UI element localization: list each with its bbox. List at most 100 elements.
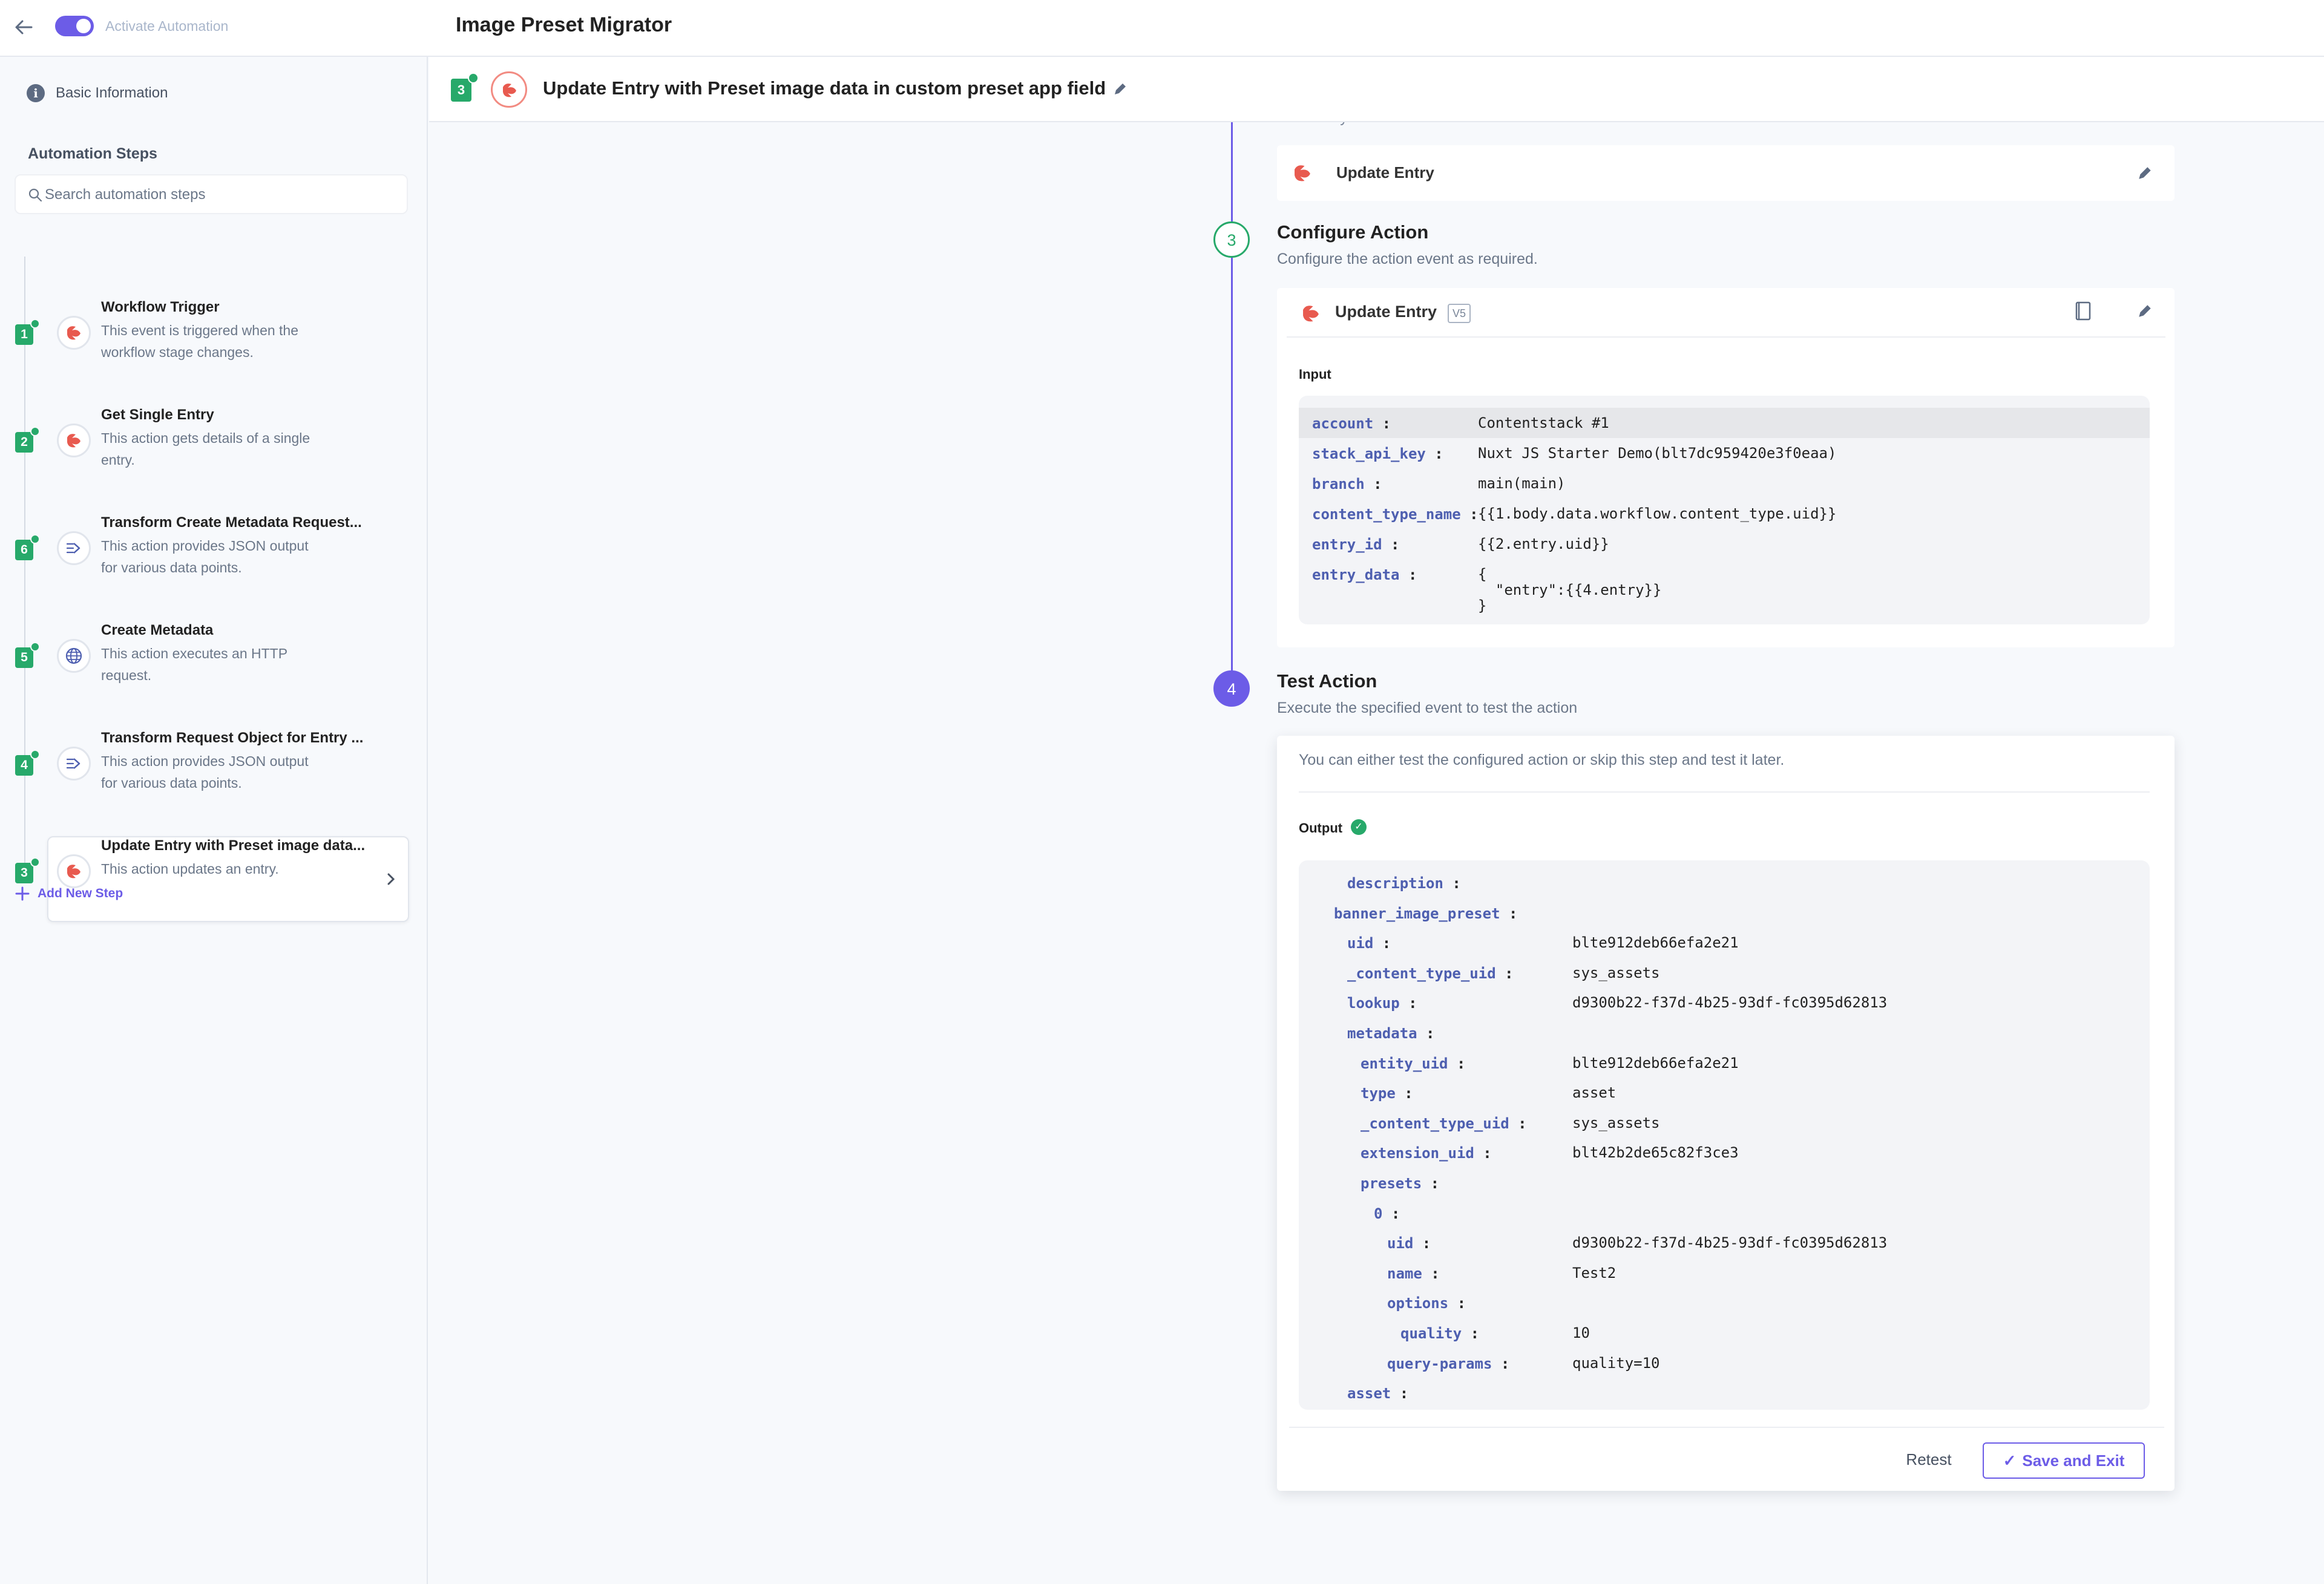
completed-check-icon	[30, 427, 40, 436]
kv-colon: :	[1399, 566, 1417, 583]
completed-check-icon	[30, 319, 40, 329]
transform-icon	[57, 747, 91, 781]
save-and-exit-button[interactable]: ✓ Save and Exit	[1983, 1442, 2145, 1479]
kv-key: type	[1361, 1085, 1396, 1102]
kv-colon: :	[1399, 995, 1417, 1012]
kv-row: options :	[1299, 1288, 2150, 1318]
step-number-badge: 1	[15, 324, 33, 345]
step-search	[15, 174, 408, 214]
divider	[1299, 791, 2150, 793]
kv-key-wrap: branch :	[1312, 476, 1382, 493]
kv-colon: :	[1460, 506, 1479, 523]
kv-row: uid : blte912deb66efa2e21	[1299, 928, 2150, 958]
step-title: Workflow Trigger	[101, 299, 220, 315]
back-arrow-icon[interactable]	[11, 15, 36, 40]
activate-automation-toggle[interactable]	[55, 16, 94, 36]
search-input[interactable]	[45, 182, 396, 208]
edit-icon[interactable]	[2136, 303, 2153, 319]
step-item[interactable]: 1 Workflow Trigger This event is triggered…	[0, 299, 428, 390]
step-description: This action gets details of a single ent…	[101, 430, 310, 468]
divider	[1289, 1427, 2164, 1428]
kv-value: Contentstack #1	[1478, 414, 1609, 431]
retest-button[interactable]: Retest	[1883, 1442, 1974, 1476]
step-number-badge: 5	[15, 647, 33, 668]
step-item[interactable]: 2 Get Single Entry This action gets detail…	[0, 407, 428, 497]
kv-value: {{1.body.data.workflow.content_type.uid}…	[1478, 505, 1837, 522]
kv-colon: :	[1500, 905, 1518, 922]
step-number-badge: 2	[15, 432, 33, 453]
action-event-label: Update Entry	[1336, 163, 1434, 182]
automation-steps-heading: Automation Steps	[28, 145, 157, 162]
kv-colon: :	[1509, 1114, 1527, 1132]
kv-row: name : Test2	[1299, 1258, 2150, 1288]
kv-key: banner_image_preset	[1334, 905, 1500, 922]
action-event-card[interactable]: Update Entry	[1277, 145, 2175, 201]
step-3-indicator: 3	[1213, 221, 1250, 258]
kv-key-wrap: type :	[1361, 1085, 1413, 1102]
kv-row: 0 :	[1299, 1198, 2150, 1228]
edit-icon[interactable]	[2136, 165, 2153, 182]
kv-key: extension_uid	[1361, 1145, 1474, 1162]
step-title: Transform Create Metadata Request...	[101, 514, 362, 531]
kv-key: account	[1312, 415, 1374, 432]
kv-row: description :	[1299, 868, 2150, 898]
kv-colon: :	[1391, 1385, 1409, 1402]
contentstack-icon	[1295, 165, 1310, 182]
input-values: account : Contentstack #1 stack_api_key : N…	[1299, 396, 2150, 624]
step-number-badge: 3	[15, 863, 33, 883]
transform-icon	[57, 531, 91, 565]
edit-title-icon[interactable]	[1112, 81, 1128, 97]
step-item[interactable]: 5 Create Metadata This action executes an …	[0, 622, 428, 713]
kv-row: _content_type_uid : sys_assets	[1299, 1108, 2150, 1138]
kv-key-wrap: options :	[1387, 1295, 1466, 1312]
output-values: description : banner_image_preset : uid :b…	[1299, 860, 2150, 1410]
success-check-icon: ✓	[1351, 819, 1367, 835]
kv-value: {{2.entry.uid}}	[1478, 535, 1609, 552]
kv-key: stack_api_key	[1312, 445, 1426, 462]
kv-colon: :	[1462, 1325, 1480, 1342]
kv-value: Test2	[1572, 1264, 1617, 1281]
config-card-header: Update Entry V5	[1287, 288, 2165, 338]
kv-colon: :	[1448, 1055, 1466, 1072]
kv-key: asset	[1347, 1385, 1391, 1402]
save-and-exit-label: Save and Exit	[2022, 1451, 2125, 1470]
test-action-subtitle: Execute the specified event to test the …	[1277, 699, 1578, 716]
step-item[interactable]: 3 Update Entry with Preset image data... T…	[0, 836, 428, 928]
kv-key-wrap: content_type_name :	[1312, 506, 1479, 523]
step-header: 3 Update Entry with Preset image data in…	[429, 57, 2324, 122]
kv-value: { "entry":{{4.entry}} }	[1478, 566, 1662, 614]
kv-key-wrap: _content_type_uid :	[1347, 965, 1514, 982]
kv-value: sys_assets	[1572, 964, 1660, 981]
config-card-title: Update Entry	[1335, 303, 1437, 321]
kv-key-wrap: _content_type_uid :	[1361, 1115, 1527, 1132]
contentstack-icon	[491, 71, 527, 108]
basic-information-link[interactable]: i Basic Information	[27, 81, 168, 105]
kv-colon: :	[1413, 1235, 1431, 1252]
test-action-title: Test Action	[1277, 670, 1377, 692]
step-description: This event is triggered when the workflo…	[101, 322, 299, 360]
kv-row: query-params : quality=10	[1299, 1348, 2150, 1378]
activate-automation-label: Activate Automation	[105, 18, 229, 34]
book-icon[interactable]	[2072, 300, 2094, 322]
kv-colon: :	[1474, 1145, 1492, 1162]
kv-colon: :	[1395, 1085, 1413, 1102]
kv-colon: :	[1495, 964, 1514, 982]
kv-key-wrap: name :	[1387, 1265, 1440, 1282]
kv-colon: :	[1382, 1205, 1400, 1222]
input-label: Input	[1299, 367, 1331, 382]
step-item[interactable]: 6 Transform Create Metadata Request... Thi…	[0, 514, 428, 605]
kv-key-wrap: lookup :	[1347, 995, 1417, 1012]
kv-key: content_type_name	[1312, 506, 1461, 523]
plus-icon	[15, 886, 30, 901]
kv-row: entry_data : { "entry":{{4.entry}} }	[1299, 559, 2150, 614]
step-item[interactable]: 4 Transform Request Object for Entry ... T…	[0, 730, 428, 820]
add-new-step-button[interactable]: Add New Step	[15, 886, 123, 902]
configure-action-title: Configure Action	[1277, 221, 1429, 243]
kv-key-wrap: 0 :	[1374, 1205, 1400, 1222]
step-title: Create Metadata	[101, 622, 214, 638]
completed-check-icon	[30, 750, 40, 759]
kv-row: quality : 10	[1299, 1318, 2150, 1348]
timeline-line	[1231, 122, 1233, 689]
kv-colon: :	[1448, 1295, 1466, 1312]
kv-value: 10	[1572, 1324, 1590, 1341]
